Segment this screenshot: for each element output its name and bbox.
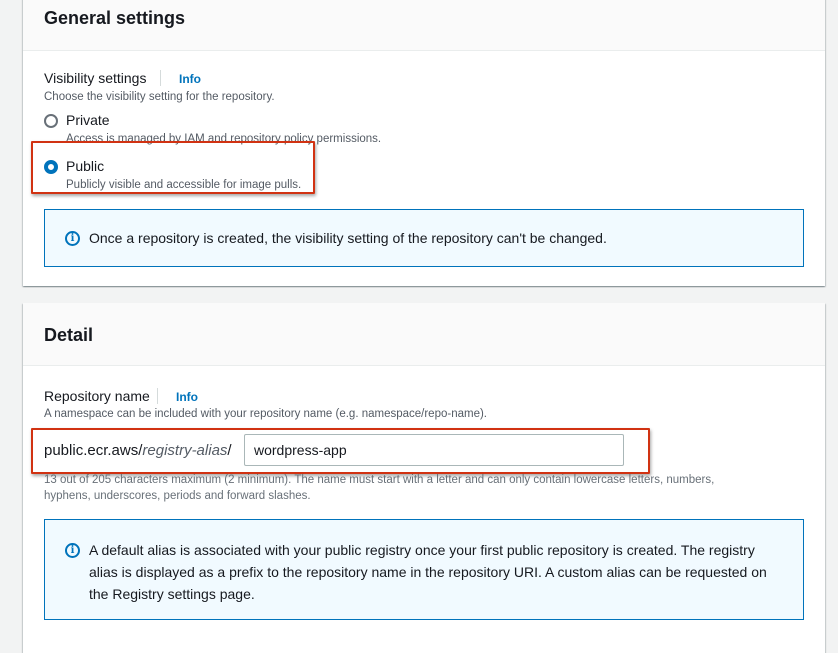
visibility-description: Choose the visibility setting for the re…	[44, 91, 275, 103]
detail-title: Detail	[44, 325, 94, 345]
constraint-line-1: 13 out of 205 characters maximum (2 mini…	[44, 474, 715, 486]
general-settings-title: General settings	[44, 8, 186, 28]
general-settings-header: General settings	[23, 0, 825, 51]
general-settings-panel: General settings Visibility settings Inf…	[23, 0, 825, 286]
info-circle-icon: i	[65, 543, 80, 558]
repository-name-description: A namespace can be included with your re…	[44, 408, 487, 420]
info-separator	[157, 388, 158, 404]
info-separator	[160, 70, 161, 86]
repository-name-constraint: 13 out of 205 characters maximum (2 mini…	[44, 472, 804, 504]
visibility-alert-text: Once a repository is created, the visibi…	[89, 230, 607, 246]
detail-body: Repository name Info A namespace can be …	[23, 366, 825, 653]
visibility-alert: i Once a repository is created, the visi…	[44, 209, 804, 267]
alias-alert-text: A default alias is associated with your …	[89, 539, 789, 605]
alias-alert-line-3: the Registry settings page.	[89, 586, 255, 602]
constraint-line-2: hyphens, underscores, periods and forwar…	[44, 490, 311, 502]
alias-alert: i A default alias is associated with you…	[44, 519, 804, 620]
visibility-info-link[interactable]: Info	[179, 72, 201, 86]
private-radio[interactable]	[44, 114, 58, 128]
alias-alert-line-1: A default alias is associated with your …	[89, 542, 755, 558]
repository-name-highlight	[31, 428, 650, 474]
repository-name-info-link[interactable]: Info	[176, 390, 198, 404]
visibility-settings-label: Visibility settings	[44, 70, 147, 86]
info-circle-icon: i	[65, 231, 80, 246]
private-radio-label[interactable]: Private	[66, 112, 110, 128]
repository-name-label: Repository name	[44, 388, 150, 404]
detail-header: Detail	[23, 303, 825, 366]
public-option-highlight	[31, 141, 315, 194]
general-settings-body: Visibility settings Info Choose the visi…	[23, 51, 825, 286]
detail-panel: Detail Repository name Info A namespace …	[23, 303, 825, 653]
alias-alert-line-2: alias is displayed as a prefix to the re…	[89, 564, 767, 580]
